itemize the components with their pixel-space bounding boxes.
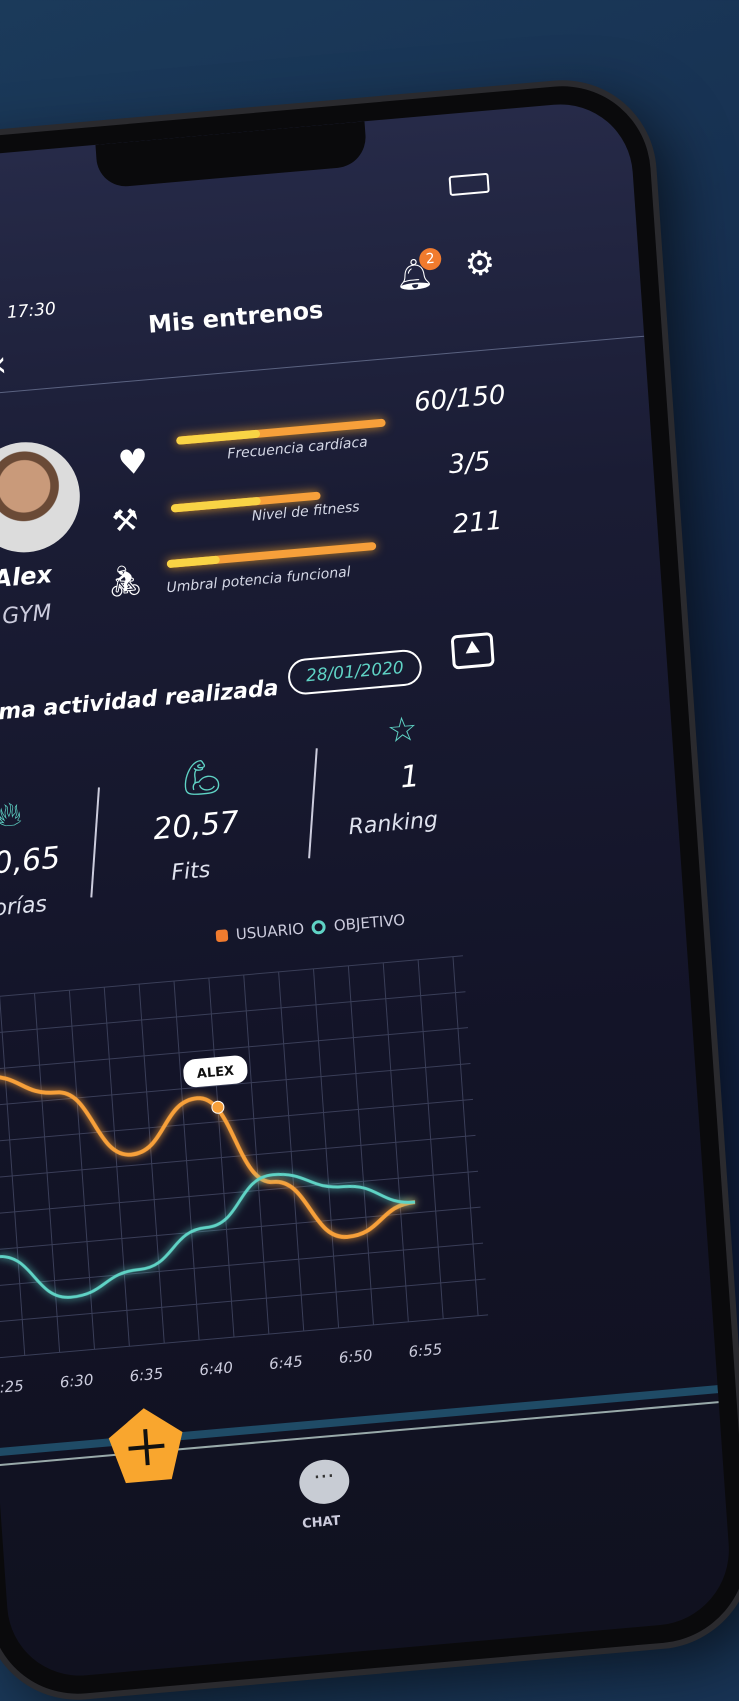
grid-line (312, 968, 340, 1329)
grid-line (0, 1242, 484, 1288)
avatar[interactable] (0, 437, 84, 557)
screen: 17:30 ‹ Mis entrenos 🔔︎ 2 ⚙ Alex Mi GYM … (0, 98, 734, 1682)
grid-line (243, 974, 270, 1335)
metric-label: Umbral potencia funcional (166, 564, 352, 597)
muscle-icon: 💪︎ (178, 756, 225, 800)
legend-swatch (215, 929, 229, 943)
back-button[interactable]: ‹ (0, 343, 8, 385)
stat-value: 1 (399, 758, 421, 796)
grid-line (0, 996, 26, 1356)
grid-line (34, 993, 61, 1353)
grid-line (0, 1098, 474, 1144)
highlight-point (211, 1100, 225, 1114)
dumbbell-icon: ⚒ (110, 502, 140, 540)
grid-line (278, 971, 305, 1332)
grid-line (208, 977, 235, 1338)
gear-icon[interactable]: ⚙ (463, 242, 496, 285)
chat-icon[interactable]: ··· (297, 1457, 351, 1506)
divider (90, 787, 100, 898)
star-icon: ☆ (385, 708, 419, 752)
grid-line (382, 962, 409, 1322)
chat-label[interactable]: CHAT (302, 1514, 341, 1532)
notification-badge: 2 (418, 247, 442, 272)
phone-frame: 17:30 ‹ Mis entrenos 🔔︎ 2 ⚙ Alex Mi GYM … (0, 78, 739, 1701)
line-chart: ALEX6:25 6:30 6:35 6:40 6:45 6:50 6:55 (0, 955, 489, 1398)
stat-value: 20,57 (152, 804, 241, 848)
grid-line (138, 984, 165, 1344)
activity-title: Última actividad realizada (0, 675, 280, 730)
chart-legend: USUARIO OBJETIVO (215, 910, 406, 946)
series-line-objetivo (0, 1172, 416, 1299)
metric-value: 211 (451, 505, 504, 541)
header-divider (0, 335, 645, 400)
status-time: 17:30 (6, 298, 57, 324)
x-tick-label: 6:45 (268, 1352, 303, 1373)
stat-label: Ranking (347, 807, 439, 841)
grid-line (173, 981, 200, 1341)
legend-label: OBJETIVO (333, 910, 406, 935)
grid-line (0, 1278, 486, 1324)
stat-label: Calorías (0, 891, 48, 925)
x-tick-label: 6:35 (129, 1364, 164, 1385)
grid-line (452, 956, 479, 1316)
flame-icon: 🔥︎ (0, 793, 24, 836)
profile-gym: Mi GYM (0, 600, 53, 632)
x-tick-label: 6:40 (199, 1358, 234, 1379)
x-tick-label: 6:55 (408, 1340, 443, 1361)
add-button[interactable] (104, 1402, 189, 1489)
grid-line (0, 1206, 481, 1252)
grid-line (0, 1170, 479, 1216)
battery-icon (448, 172, 490, 197)
stat-label: Fits (170, 857, 212, 886)
divider (308, 748, 318, 859)
x-tick-label: 6:50 (338, 1346, 373, 1367)
grid-line (347, 965, 374, 1325)
cyclist-icon: 🚴︎ (104, 562, 146, 601)
stat-value: 390,65 (0, 840, 62, 885)
page-title: Mis entrenos (147, 295, 325, 339)
x-tick-label: 6:30 (59, 1371, 94, 1392)
notch (95, 121, 368, 189)
legend-label: USUARIO (235, 919, 305, 944)
legend-swatch (311, 919, 327, 935)
date-picker[interactable]: 28/01/2020 (286, 648, 423, 696)
heart-icon: ♥ (116, 441, 150, 485)
grid-line (103, 987, 130, 1347)
metric-value: 60/150 (413, 380, 507, 418)
x-tick-label: 6:25 (0, 1377, 24, 1398)
grid-line (417, 959, 444, 1319)
metric-value: 3/5 (447, 446, 492, 481)
gallery-icon[interactable]: ⛰ (450, 632, 495, 670)
profile-name: Alex (0, 560, 53, 594)
